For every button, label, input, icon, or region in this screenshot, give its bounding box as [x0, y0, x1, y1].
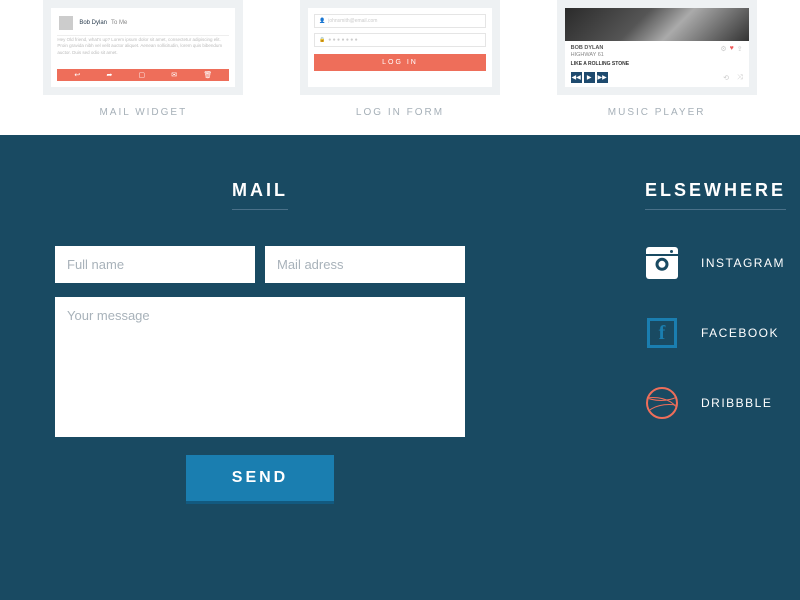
- music-titles: BOB DYLAN HIGHWAY 61: [571, 45, 604, 59]
- mail-from: Bob Dylan: [79, 20, 107, 26]
- mail-header: Bob Dylan To Me: [57, 14, 229, 32]
- artist-name: BOB DYLAN: [571, 45, 604, 52]
- instagram-label: INSTAGRAM: [701, 256, 785, 270]
- email-field[interactable]: 👤johnsmith@email.com: [314, 14, 486, 28]
- password-placeholder: ● ● ● ● ● ● ●: [328, 37, 357, 43]
- settings-icon[interactable]: ⚙: [720, 45, 726, 53]
- avatar: [59, 16, 73, 30]
- fullname-input[interactable]: [55, 246, 255, 283]
- dribbble-icon: [645, 386, 679, 420]
- elsewhere-section: ELSEWHERE INSTAGRAM f FACEBOOK DRIBBBLE: [645, 180, 786, 560]
- mail-toolbar: ↩ ➦ ▢ ✉ 🗑: [57, 69, 229, 81]
- music-caption: MUSIC PLAYER: [608, 107, 706, 118]
- reply-icon[interactable]: ↩: [74, 71, 80, 79]
- archive-icon[interactable]: ✉: [171, 71, 177, 79]
- music-card: BOB DYLAN HIGHWAY 61 ⚙ ♥ ⇪ LIKE A ROLLIN…: [557, 0, 757, 95]
- user-icon: 👤: [319, 18, 325, 24]
- instagram-link[interactable]: INSTAGRAM: [645, 246, 786, 280]
- facebook-icon: f: [645, 316, 679, 350]
- login-card: 👤johnsmith@email.com 🔒● ● ● ● ● ● ● LOG …: [300, 0, 500, 95]
- music-actions: ⚙ ♥ ⇪: [720, 45, 742, 53]
- message-textarea[interactable]: [55, 297, 465, 437]
- trash-icon[interactable]: 🗑: [203, 71, 212, 79]
- mail-widget-col: Bob Dylan To Me Hey Old friend, what's u…: [33, 0, 253, 135]
- form-row: [55, 246, 465, 283]
- mail-widget-caption: MAIL WIDGET: [99, 107, 187, 118]
- footer: MAIL SEND ELSEWHERE INSTAGRAM f FACEBOOK…: [0, 135, 800, 600]
- music-col: BOB DYLAN HIGHWAY 61 ⚙ ♥ ⇪ LIKE A ROLLIN…: [547, 0, 767, 135]
- mail-title: MAIL: [232, 180, 288, 210]
- send-button[interactable]: SEND: [186, 455, 334, 504]
- album-name: HIGHWAY 61: [571, 52, 604, 59]
- login-caption: LOG IN FORM: [356, 107, 444, 118]
- elsewhere-title: ELSEWHERE: [645, 180, 786, 210]
- mail-to: To Me: [111, 20, 127, 26]
- shuffle-icon[interactable]: ⤨: [737, 74, 743, 82]
- picture-icon[interactable]: ▢: [139, 71, 146, 79]
- widgets-row: Bob Dylan To Me Hey Old friend, what's u…: [0, 0, 800, 135]
- mail-body: Hey Old friend, what's up? Lorem ipsum d…: [57, 37, 229, 69]
- song-title: LIKE A ROLLING STONE: [565, 61, 749, 70]
- login-form: 👤johnsmith@email.com 🔒● ● ● ● ● ● ● LOG …: [308, 8, 492, 87]
- next-button[interactable]: ▶▶: [597, 72, 608, 83]
- email-placeholder: johnsmith@email.com: [328, 18, 377, 24]
- share-icon[interactable]: ⇪: [737, 45, 743, 53]
- dribbble-link[interactable]: DRIBBBLE: [645, 386, 786, 420]
- music-info: BOB DYLAN HIGHWAY 61 ⚙ ♥ ⇪: [565, 41, 749, 61]
- email-input[interactable]: [265, 246, 465, 283]
- repeat-icon[interactable]: ⟲: [723, 74, 729, 82]
- password-field[interactable]: 🔒● ● ● ● ● ● ●: [314, 33, 486, 47]
- prev-button[interactable]: ◀◀: [571, 72, 582, 83]
- divider: [57, 35, 229, 36]
- login-col: 👤johnsmith@email.com 🔒● ● ● ● ● ● ● LOG …: [290, 0, 510, 135]
- music-player: BOB DYLAN HIGHWAY 61 ⚙ ♥ ⇪ LIKE A ROLLIN…: [565, 8, 749, 87]
- play-button[interactable]: ▶: [584, 72, 595, 83]
- music-controls: ◀◀ ▶ ▶▶ ⟲ ⤨: [565, 70, 749, 87]
- heart-icon[interactable]: ♥: [730, 45, 734, 52]
- mail-widget: Bob Dylan To Me Hey Old friend, what's u…: [51, 8, 235, 87]
- mail-widget-card: Bob Dylan To Me Hey Old friend, what's u…: [43, 0, 243, 95]
- facebook-label: FACEBOOK: [701, 326, 779, 340]
- dribbble-label: DRIBBBLE: [701, 396, 772, 410]
- mail-section: MAIL SEND: [55, 180, 465, 560]
- instagram-icon: [645, 246, 679, 280]
- login-button[interactable]: LOG IN: [314, 54, 486, 71]
- album-art: [565, 8, 749, 41]
- facebook-link[interactable]: f FACEBOOK: [645, 316, 786, 350]
- lock-icon: 🔒: [319, 37, 325, 43]
- forward-icon[interactable]: ➦: [106, 71, 112, 79]
